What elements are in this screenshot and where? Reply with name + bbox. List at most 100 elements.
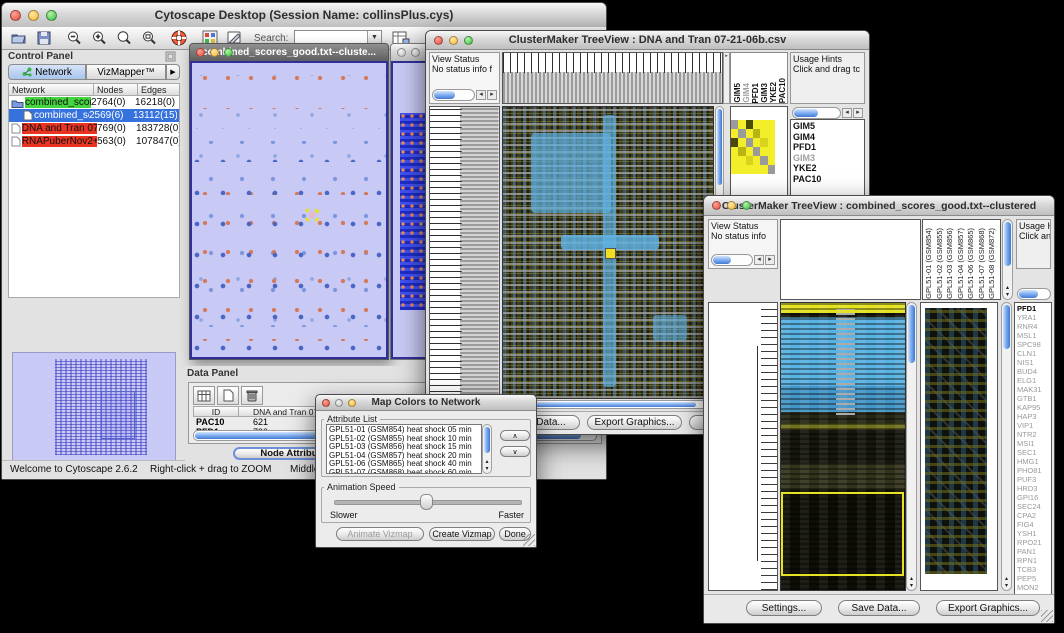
minimize-icon[interactable] xyxy=(28,10,39,21)
open-session-icon[interactable] xyxy=(10,30,27,46)
tv2-button-bar: Settings... Save Data... Export Graphics… xyxy=(704,594,1054,623)
tv1-hints-scrollbar[interactable]: ◂▸ xyxy=(792,107,863,119)
treeview1-titlebar[interactable]: ClusterMaker TreeView : DNA and Tran 07-… xyxy=(426,31,869,50)
folder-icon xyxy=(11,98,24,108)
control-panel: Control Panel Network VizMapper™ ▶ Netwo… xyxy=(4,50,182,461)
map-colors-dialog: Map Colors to Network Attribute List GPL… xyxy=(315,394,537,548)
tv2-column-labels[interactable]: GPL51-01 (GSM854)GPL51-02 (GSM855)GPL51-… xyxy=(924,220,1000,299)
attribute-list[interactable]: GPL51-01 (GSM854) heat shock 05 minGPL51… xyxy=(326,424,482,474)
tv2-settings-button[interactable]: Settings... xyxy=(746,600,822,616)
tv2-gene-list[interactable]: PFD1YRA1RNR4MSL1SPC98CLN1NIS1BUD4ELG1MAK… xyxy=(1014,302,1052,595)
tv2-heatmap[interactable] xyxy=(780,302,906,591)
tv2-column-labels-panel: GPL51-01 (GSM854)GPL51-02 (GSM855)GPL51-… xyxy=(922,219,1001,300)
status-welcome: Welcome to Cytoscape 2.6.2 xyxy=(10,464,138,475)
tv2-column-tree-panel[interactable] xyxy=(780,219,921,300)
float-panel-icon[interactable] xyxy=(165,51,176,62)
tv2-save-data-button[interactable]: Save Data... xyxy=(838,600,920,616)
move-down-button[interactable]: ∨ xyxy=(500,446,530,457)
tv1-splitter[interactable]: ▸ xyxy=(723,52,730,104)
treeview2-titlebar[interactable]: ClusterMaker TreeView : combined_scores_… xyxy=(704,196,1054,216)
selected-cluster[interactable] xyxy=(304,207,320,223)
resize-grip[interactable] xyxy=(523,534,535,546)
network-table-header: Network Nodes Edges xyxy=(8,83,180,96)
heatmap-selection-rect[interactable] xyxy=(781,492,904,575)
zoom-window-icon[interactable] xyxy=(464,36,473,45)
network-view-titlebar[interactable]: combined_scores_good.txt--cluste... xyxy=(190,44,388,62)
network-icon xyxy=(22,67,32,77)
attribute-list-group: Attribute List GPL51-01 (GSM854) heat sh… xyxy=(321,419,531,477)
heatmap-selected-cell[interactable] xyxy=(605,248,616,259)
attribute-list-scrollbar[interactable]: ▴▾ xyxy=(482,424,492,474)
tv1-column-labels-panel: GIM5GIM4PFD1GIM3YKE2PAC10 xyxy=(730,52,788,104)
tv1-correlation-matrix[interactable] xyxy=(731,120,775,174)
main-titlebar[interactable]: Cytoscape Desktop (Session Name: collins… xyxy=(2,3,606,28)
minimize-icon[interactable] xyxy=(335,399,343,407)
tv1-status-scrollbar[interactable]: ◂▸ xyxy=(432,89,497,101)
zoom-window-icon[interactable] xyxy=(46,10,57,21)
network-row-collection[interactable]: combined_scores 2764(0) 16218(0) xyxy=(9,96,179,109)
data-panel-title: Data Panel xyxy=(187,368,238,379)
network-canvas[interactable] xyxy=(190,61,388,359)
status-zoom-hint: Right-click + drag to ZOOM xyxy=(150,464,271,475)
resize-grip[interactable] xyxy=(1041,610,1053,622)
minimize-icon[interactable] xyxy=(727,201,736,210)
minimize-icon[interactable] xyxy=(411,48,420,57)
heatmap-cluster-highlight xyxy=(531,133,611,213)
tv2-hints-scrollbar[interactable] xyxy=(1017,288,1051,300)
overview-viewport-rect[interactable] xyxy=(101,391,135,439)
zoom-fit-icon[interactable] xyxy=(141,30,158,46)
tv2-status-scrollbar[interactable]: ◂▸ xyxy=(711,254,775,266)
tv2-atr-panel xyxy=(920,302,998,591)
new-attribute-icon[interactable] xyxy=(217,386,239,405)
move-up-button[interactable]: ∧ xyxy=(500,430,530,441)
tab-overflow-arrow[interactable]: ▶ xyxy=(166,64,180,80)
treeview2-title: ClusterMaker TreeView : combined_scores_… xyxy=(704,200,1054,212)
tab-network[interactable]: Network xyxy=(8,64,86,80)
network-row[interactable]: DNA and Tran 07 769(0) 183728(0) xyxy=(9,122,179,135)
tv2-secondary-heatmap[interactable] xyxy=(925,308,987,574)
network-overview[interactable] xyxy=(12,352,176,461)
tv1-row-dendrogram[interactable] xyxy=(429,106,500,399)
speed-slider-thumb[interactable] xyxy=(420,494,433,510)
help-lifering-icon[interactable] xyxy=(170,29,188,47)
treeview1-title: ClusterMaker TreeView : DNA and Tran 07-… xyxy=(426,34,869,46)
treeview2-window: ClusterMaker TreeView : combined_scores_… xyxy=(703,195,1055,624)
tv1-heatmap[interactable] xyxy=(502,106,714,399)
delete-attribute-icon[interactable] xyxy=(241,386,263,405)
network-row[interactable]: RNAPuberNov2+ 563(0) 107847(0) xyxy=(9,135,179,148)
zoom-window-icon[interactable] xyxy=(348,399,356,407)
close-icon[interactable] xyxy=(10,10,21,21)
network-view-window: combined_scores_good.txt--cluste... xyxy=(189,43,389,360)
tab-vizmapper[interactable]: VizMapper™ xyxy=(86,64,166,80)
zoom-in-icon[interactable] xyxy=(91,30,108,46)
tv1-column-labels[interactable]: GIM5GIM4PFD1GIM3YKE2PAC10 xyxy=(733,53,787,103)
tv2-vscrollbar[interactable]: ▴▾ xyxy=(906,302,917,591)
map-dialog-titlebar[interactable]: Map Colors to Network xyxy=(316,395,536,411)
close-icon[interactable] xyxy=(397,48,406,57)
animate-vizmap-button[interactable]: Animate Vizmap xyxy=(336,527,424,541)
zoom-window-icon[interactable] xyxy=(742,201,751,210)
save-session-icon[interactable] xyxy=(36,30,52,46)
tv1-export-graphics-button[interactable]: Export Graphics... xyxy=(587,415,682,430)
slower-label: Slower xyxy=(330,510,358,520)
close-icon[interactable] xyxy=(434,36,443,45)
zoom-selected-icon[interactable] xyxy=(116,30,133,46)
network-tree: combined_scores 2764(0) 16218(0) combine… xyxy=(8,96,180,298)
minimize-icon[interactable] xyxy=(210,48,219,57)
close-icon[interactable] xyxy=(196,48,205,57)
tv2-export-graphics-button[interactable]: Export Graphics... xyxy=(936,600,1040,616)
create-vizmap-button[interactable]: Create Vizmap xyxy=(429,527,495,541)
close-icon[interactable] xyxy=(322,399,330,407)
tv2-genelist-scrollbar[interactable]: ▴▾ xyxy=(1001,302,1012,591)
heatmap-missing-data-column xyxy=(836,309,856,415)
zoom-out-icon[interactable] xyxy=(66,30,83,46)
network-row-selected[interactable]: combined_sco 2569(6) 13112(15) xyxy=(9,109,179,122)
zoom-window-icon[interactable] xyxy=(224,48,233,57)
tv2-collabel-scrollbar[interactable]: ▴▾ xyxy=(1002,219,1013,300)
minimize-icon[interactable] xyxy=(449,36,458,45)
attribute-select-icon[interactable] xyxy=(193,386,215,405)
tv1-column-dendrogram[interactable] xyxy=(502,52,723,104)
close-icon[interactable] xyxy=(712,201,721,210)
tv2-row-dendrogram[interactable] xyxy=(708,302,778,591)
file-icon xyxy=(11,123,21,134)
